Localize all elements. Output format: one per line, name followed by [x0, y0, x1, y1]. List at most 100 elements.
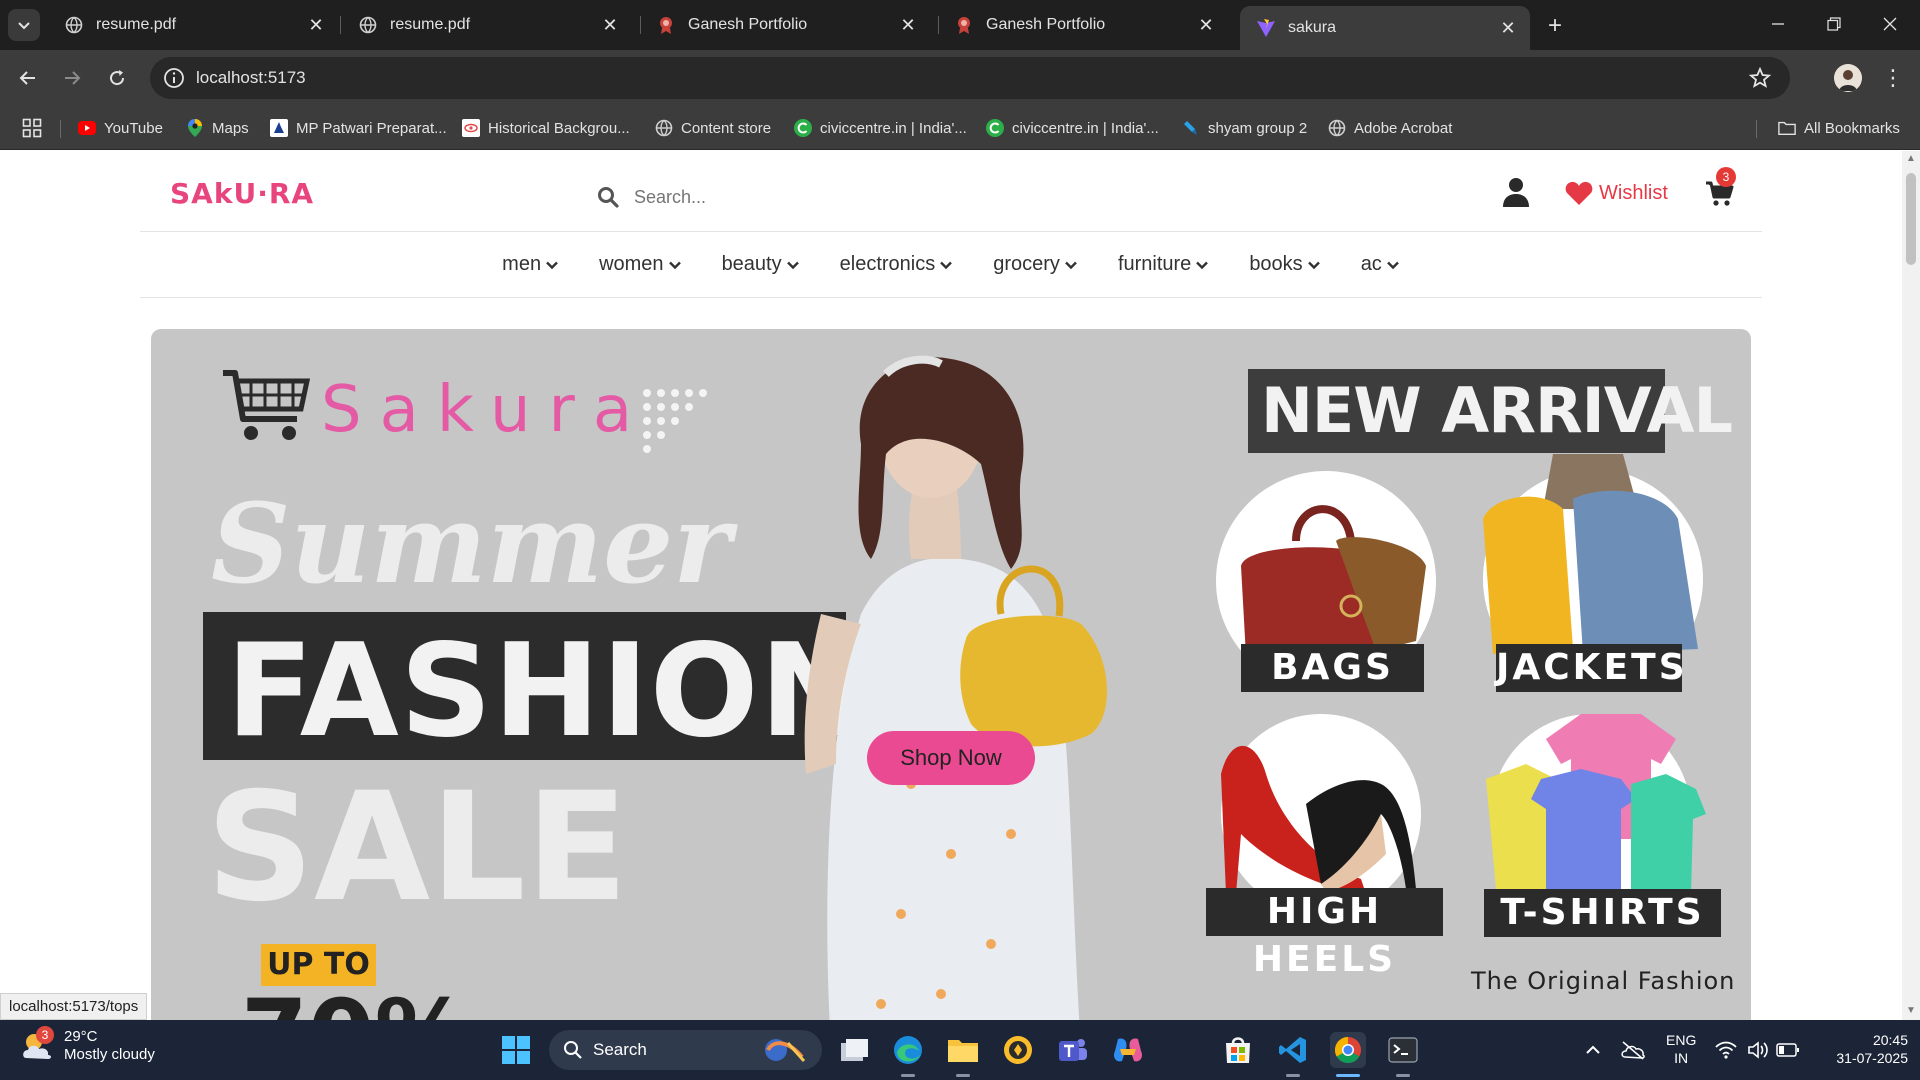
tab-title: Ganesh Portfolio: [986, 16, 1106, 33]
nav-label: ac: [1360, 253, 1382, 275]
bookmark-mp-patwari[interactable]: MP Patwari Preparat...: [270, 116, 447, 140]
all-bookmarks-button[interactable]: All Bookmarks: [1778, 116, 1900, 140]
edge-browser-button[interactable]: [890, 1032, 926, 1068]
terminal-button[interactable]: [1385, 1032, 1421, 1068]
nav-item-furniture[interactable]: furniture: [1118, 253, 1209, 276]
civiccentre-icon: [986, 119, 1004, 137]
bookmark-civiccentre-2[interactable]: civiccentre.in | India'...: [986, 116, 1159, 140]
close-icon[interactable]: ✕: [598, 13, 622, 37]
minimize-icon: [1772, 23, 1784, 25]
shop-now-button[interactable]: Shop Now: [867, 731, 1035, 785]
close-icon[interactable]: ✕: [1194, 13, 1218, 37]
site-logo[interactable]: SAkU·RA: [170, 177, 314, 210]
weather-widget[interactable]: 3 29°C Mostly cloudy: [20, 1026, 155, 1064]
bookmark-content-store[interactable]: Content store: [655, 116, 771, 140]
system-clock[interactable]: 20:45 31-07-2025: [1818, 1031, 1908, 1067]
star-icon[interactable]: [1748, 66, 1772, 90]
vscode-icon: [1279, 1037, 1306, 1063]
start-button[interactable]: [498, 1032, 534, 1068]
forward-button[interactable]: [54, 60, 90, 96]
chevron-down-icon: [1065, 261, 1077, 269]
bookmark-label: shyam group 2: [1208, 119, 1308, 137]
nav-item-beauty[interactable]: beauty: [722, 253, 800, 276]
site-search: [596, 179, 896, 215]
nav-item-women[interactable]: women: [599, 253, 681, 276]
page-scrollbar[interactable]: ▲ ▼: [1902, 151, 1920, 1020]
close-icon[interactable]: ✕: [896, 13, 920, 37]
back-button[interactable]: [10, 60, 46, 96]
apps-button[interactable]: [22, 116, 42, 140]
nav-item-grocery[interactable]: grocery: [993, 253, 1078, 276]
tab-ganesh-portfolio-2[interactable]: Ganesh Portfolio ✕: [938, 8, 1228, 42]
menu-icon[interactable]: ⋮: [1882, 64, 1904, 92]
chevron-down-icon: [668, 261, 681, 269]
task-view-button[interactable]: [836, 1032, 872, 1068]
nav-item-electronics[interactable]: electronics: [840, 253, 954, 276]
taskbar-search[interactable]: Search: [549, 1030, 822, 1070]
address-bar[interactable]: localhost:5173: [150, 57, 1790, 99]
input-language-indicator[interactable]: ENG IN: [1666, 1031, 1696, 1067]
file-explorer-button[interactable]: [945, 1032, 981, 1068]
vite-icon: [1256, 18, 1276, 38]
close-icon[interactable]: ✕: [1496, 16, 1520, 40]
show-hidden-icons-button[interactable]: [1575, 1032, 1611, 1068]
reload-button[interactable]: [99, 60, 135, 96]
bookmark-adobe-acrobat[interactable]: Adobe Acrobat: [1328, 116, 1452, 140]
running-indicator: [956, 1074, 970, 1077]
brave-button[interactable]: [1000, 1032, 1036, 1068]
search-input[interactable]: [634, 186, 894, 208]
weather-alert-badge: 3: [36, 1026, 54, 1044]
globe-icon: [358, 15, 378, 35]
tab-search-button[interactable]: [8, 9, 40, 41]
nav-divider: [140, 297, 1762, 298]
bookmark-shyam-group[interactable]: shyam group 2: [1182, 116, 1307, 140]
product-label-bags: BAGS: [1241, 644, 1424, 692]
scrollbar-thumb[interactable]: [1906, 173, 1916, 265]
battery-button[interactable]: [1770, 1032, 1806, 1068]
folder-icon: [948, 1040, 978, 1062]
onedrive-button[interactable]: [1615, 1032, 1651, 1068]
weather-temperature: 29°C: [64, 1028, 98, 1045]
globe-icon: [64, 15, 84, 35]
microsoft-store-button[interactable]: [1220, 1032, 1256, 1068]
tab-resume-1[interactable]: resume.pdf ✕: [48, 8, 338, 42]
wifi-button[interactable]: [1708, 1032, 1744, 1068]
page-viewport: SAkU·RA Wishlist 3 men women beauty elec…: [0, 151, 1902, 1020]
globe-icon: [1328, 119, 1346, 137]
nav-label: women: [599, 253, 664, 275]
chrome-button[interactable]: [1330, 1032, 1366, 1068]
tab-ganesh-portfolio-1[interactable]: Ganesh Portfolio ✕: [640, 8, 930, 42]
tab-resume-2[interactable]: resume.pdf ✕: [342, 8, 632, 42]
info-icon[interactable]: [162, 66, 186, 90]
clock-date: 31-07-2025: [1836, 1050, 1908, 1066]
tab-sakura[interactable]: sakura ✕: [1240, 6, 1530, 50]
dot-pattern-decoration: [643, 389, 707, 453]
status-bar-url: localhost:5173/tops: [0, 993, 148, 1020]
new-tab-button[interactable]: +: [1540, 11, 1570, 41]
vscode-button[interactable]: [1275, 1032, 1311, 1068]
chrome-icon: [1334, 1036, 1361, 1064]
scroll-down-icon[interactable]: ▼: [1906, 1006, 1916, 1016]
bookmark-maps[interactable]: Maps: [186, 116, 249, 140]
wishlist-link[interactable]: Wishlist: [1565, 177, 1668, 209]
close-icon[interactable]: ✕: [304, 13, 328, 37]
banner-brand: Sakura: [321, 373, 651, 447]
minimize-button[interactable]: [1750, 0, 1806, 48]
profile-avatar[interactable]: [1834, 64, 1862, 92]
weather-cloud-icon: 3: [20, 1026, 56, 1064]
nav-item-men[interactable]: men: [502, 253, 559, 276]
bookmark-youtube[interactable]: YouTube: [78, 116, 163, 140]
user-icon[interactable]: [1502, 177, 1530, 207]
restore-button[interactable]: [1806, 0, 1862, 48]
nav-item-ac[interactable]: ac: [1361, 253, 1400, 276]
bookmark-civiccentre-1[interactable]: civiccentre.in | India'...: [794, 116, 967, 140]
edge-icon: [894, 1036, 922, 1064]
teams-button[interactable]: [1055, 1032, 1091, 1068]
copilot-button[interactable]: [1110, 1032, 1146, 1068]
award-icon: [954, 15, 974, 35]
close-window-button[interactable]: [1862, 0, 1918, 48]
scroll-up-icon[interactable]: ▲: [1906, 154, 1916, 164]
bookmark-historical[interactable]: Historical Backgrou...: [462, 116, 630, 140]
nav-item-books[interactable]: books: [1249, 253, 1320, 276]
cart-count-badge: 3: [1716, 167, 1736, 187]
